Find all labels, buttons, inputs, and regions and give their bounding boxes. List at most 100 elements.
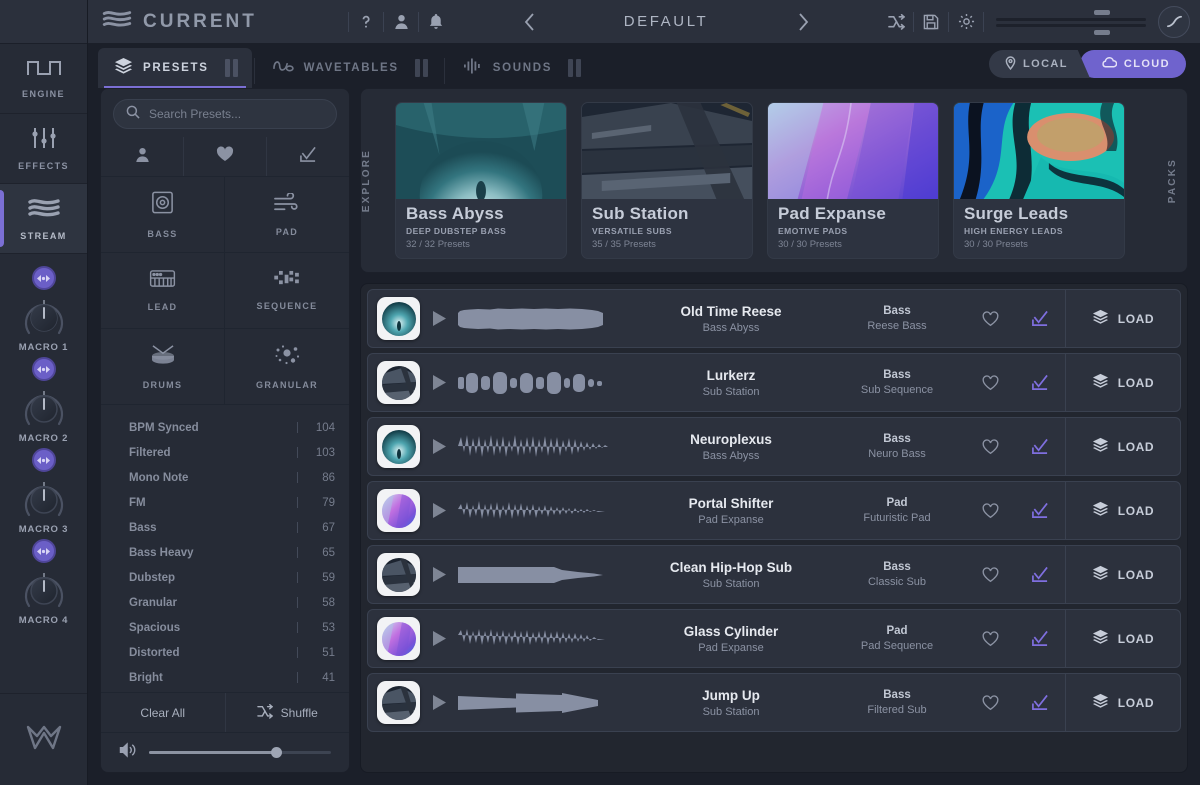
rail-item-stream[interactable]: STREAM xyxy=(0,184,87,254)
table-row[interactable]: Jump Up Sub Station Bass Filtered Sub LO… xyxy=(367,673,1181,732)
waveform[interactable] xyxy=(458,366,633,400)
tag-item[interactable]: Dubstep 59 xyxy=(101,565,349,590)
dual-slider[interactable] xyxy=(996,7,1146,37)
tag-item[interactable]: FM 79 xyxy=(101,490,349,515)
volume-slider[interactable] xyxy=(149,747,331,758)
macro-knob[interactable] xyxy=(18,567,70,613)
prev-preset-button[interactable] xyxy=(507,7,551,37)
favorite-button[interactable] xyxy=(965,694,1015,711)
macro-knob[interactable] xyxy=(18,294,70,340)
waveform[interactable] xyxy=(458,686,633,720)
table-row[interactable]: Neuroplexus Bass Abyss Bass Neuro Bass L… xyxy=(367,417,1181,476)
load-button[interactable]: LOAD xyxy=(1065,674,1180,731)
select-checkmark-button[interactable] xyxy=(1015,630,1065,647)
select-checkmark-button[interactable] xyxy=(1015,438,1065,455)
waveform[interactable] xyxy=(458,494,633,528)
table-row[interactable]: Glass Cylinder Pad Expanse Pad Pad Seque… xyxy=(367,609,1181,668)
load-button[interactable]: LOAD xyxy=(1065,354,1180,411)
user-icon[interactable] xyxy=(384,8,418,36)
load-button[interactable]: LOAD xyxy=(1065,610,1180,667)
slider-handle-top[interactable] xyxy=(1094,9,1110,15)
select-checkmark-button[interactable] xyxy=(1015,310,1065,327)
midi-learn-icon[interactable] xyxy=(31,357,56,381)
category-lead[interactable]: LEAD xyxy=(101,253,225,329)
favorites-filter-button[interactable] xyxy=(183,137,266,176)
pause-bars-icon[interactable] xyxy=(568,59,582,77)
cloud-toggle-button[interactable]: CLOUD xyxy=(1079,50,1186,78)
play-button[interactable] xyxy=(420,695,458,710)
table-row[interactable]: Clean Hip-Hop Sub Sub Station Bass Class… xyxy=(367,545,1181,604)
midi-learn-icon[interactable] xyxy=(31,266,56,290)
pause-bars-icon[interactable] xyxy=(224,59,238,77)
search-box[interactable] xyxy=(113,99,337,129)
midi-learn-icon[interactable] xyxy=(31,448,56,472)
tag-item[interactable]: Bright 41 xyxy=(101,665,349,690)
s-curve-icon[interactable] xyxy=(1158,5,1190,38)
rail-item-effects[interactable]: EFFECTS xyxy=(0,114,87,184)
table-row[interactable]: Old Time Reese Bass Abyss Bass Reese Bas… xyxy=(367,289,1181,348)
shuffle-button[interactable]: Shuffle xyxy=(224,693,350,732)
play-button[interactable] xyxy=(420,503,458,518)
play-button[interactable] xyxy=(420,567,458,582)
select-checkmark-button[interactable] xyxy=(1015,374,1065,391)
selected-filter-button[interactable] xyxy=(266,137,349,176)
category-sequence[interactable]: SEQUENCE xyxy=(225,253,349,329)
local-toggle-button[interactable]: LOCAL xyxy=(989,50,1090,78)
shuffle-icon[interactable] xyxy=(879,8,913,36)
rail-item-engine[interactable]: ENGINE xyxy=(0,44,87,114)
tag-item[interactable]: Bass 67 xyxy=(101,515,349,540)
play-button[interactable] xyxy=(420,439,458,454)
pause-bars-icon[interactable] xyxy=(414,59,428,77)
table-row[interactable]: Portal Shifter Pad Expanse Pad Futuristi… xyxy=(367,481,1181,540)
waveform[interactable] xyxy=(458,558,633,592)
waveform[interactable] xyxy=(458,302,633,336)
current-preset-name[interactable]: DEFAULT xyxy=(551,13,781,30)
macro-knob[interactable] xyxy=(18,476,70,522)
tag-item[interactable]: Filtered 103 xyxy=(101,440,349,465)
favorite-button[interactable] xyxy=(965,566,1015,583)
pack-card[interactable]: Bass Abyss DEEP DUBSTEP BASS 32 / 32 Pre… xyxy=(395,101,567,260)
tab-sounds[interactable]: SOUNDS xyxy=(447,48,595,88)
tab-wavetables[interactable]: WAVETABLES xyxy=(257,48,442,88)
load-button[interactable]: LOAD xyxy=(1065,482,1180,539)
waveform[interactable] xyxy=(458,622,633,656)
slider-handle-bottom[interactable] xyxy=(1094,29,1110,35)
favorite-button[interactable] xyxy=(965,438,1015,455)
slider-track-bottom[interactable] xyxy=(996,23,1146,27)
select-checkmark-button[interactable] xyxy=(1015,694,1065,711)
favorite-button[interactable] xyxy=(965,630,1015,647)
category-granular[interactable]: GRANULAR xyxy=(225,329,349,405)
tag-item[interactable]: Bass Heavy 65 xyxy=(101,540,349,565)
gear-icon[interactable] xyxy=(949,8,983,36)
select-checkmark-button[interactable] xyxy=(1015,502,1065,519)
macro-knob[interactable] xyxy=(18,385,70,431)
volume-handle[interactable] xyxy=(271,747,283,758)
speaker-icon[interactable] xyxy=(119,742,137,763)
clear-all-button[interactable]: Clear All xyxy=(101,693,225,732)
play-button[interactable] xyxy=(420,311,458,326)
favorite-button[interactable] xyxy=(965,502,1015,519)
tag-item[interactable]: Mono Note 86 xyxy=(101,465,349,490)
load-button[interactable]: LOAD xyxy=(1065,546,1180,603)
tab-presets[interactable]: PRESETS xyxy=(98,48,252,88)
slider-track-top[interactable] xyxy=(996,17,1146,21)
favorite-button[interactable] xyxy=(965,310,1015,327)
play-button[interactable] xyxy=(420,631,458,646)
tag-item[interactable]: Distorted 51 xyxy=(101,640,349,665)
waveform[interactable] xyxy=(458,430,633,464)
pack-card[interactable]: Pad Expanse EMOTIVE PADS 30 / 30 Presets xyxy=(767,101,939,260)
load-button[interactable]: LOAD xyxy=(1065,290,1180,347)
packs-tab-area[interactable]: PACKS xyxy=(1157,158,1187,203)
tag-item[interactable]: Granular 58 xyxy=(101,590,349,615)
bell-icon[interactable] xyxy=(419,8,453,36)
pack-card[interactable]: Surge Leads HIGH ENERGY LEADS 30 / 30 Pr… xyxy=(953,101,1125,260)
midi-learn-icon[interactable] xyxy=(31,539,56,563)
tag-item[interactable]: BPM Synced 104 xyxy=(101,415,349,440)
save-disk-icon[interactable] xyxy=(914,8,948,36)
question-mark-icon[interactable] xyxy=(349,8,383,36)
category-drums[interactable]: DRUMS xyxy=(101,329,225,405)
search-input[interactable] xyxy=(149,107,324,121)
play-button[interactable] xyxy=(420,375,458,390)
category-pad[interactable]: PAD xyxy=(225,177,349,253)
load-button[interactable]: LOAD xyxy=(1065,418,1180,475)
